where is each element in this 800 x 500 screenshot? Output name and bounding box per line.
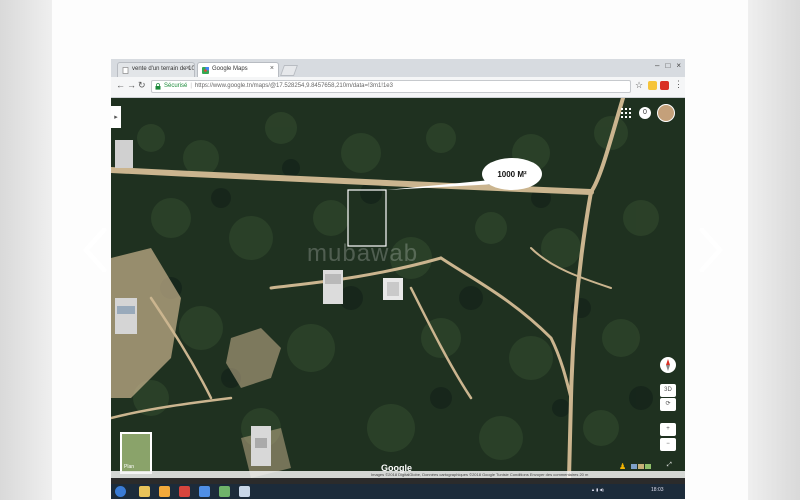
imagery-thumb[interactable] [645, 464, 651, 469]
zoom-in-button[interactable]: + [660, 423, 676, 436]
tab-listing[interactable]: vente d'un terrain de 10 × [117, 62, 195, 77]
minimize-icon[interactable]: – [655, 61, 659, 70]
tab-bar: vente d'un terrain de 10 × Google Maps ×… [111, 59, 685, 77]
google-apps-icon[interactable] [621, 108, 631, 118]
new-tab-button[interactable] [279, 65, 299, 76]
system-tray-icons[interactable]: ▲ ▮ ◀) [591, 487, 604, 492]
app-icon[interactable] [239, 486, 250, 497]
map-attribution: Images ©2018 DigitalGlobe, Données carto… [111, 471, 685, 478]
forward-icon[interactable]: → [127, 80, 136, 90]
file-explorer-icon[interactable] [139, 486, 150, 497]
lock-icon [155, 83, 161, 90]
plan-label: Plan [124, 464, 135, 470]
windows-taskbar: ▲ ▮ ◀) 18:03 [111, 484, 685, 499]
map-layer-toggle[interactable]: Plan [120, 432, 152, 474]
bookmark-star-icon[interactable]: ☆ [635, 80, 643, 91]
zoom-out-button[interactable]: − [660, 438, 676, 451]
chrome-icon[interactable] [199, 486, 210, 497]
page-icon [122, 67, 129, 74]
gallery-left-edge [0, 0, 52, 500]
rotate-icon[interactable]: ⟳ [660, 398, 676, 411]
imagery-thumb[interactable] [638, 464, 644, 469]
folder-icon[interactable] [159, 486, 170, 497]
chevron-left-icon [83, 228, 107, 272]
extension-icon[interactable] [660, 81, 669, 90]
tab-label: Google Maps [212, 66, 248, 72]
plot-area-callout: 1000 M² [497, 169, 527, 179]
browser-toolbar: ← → ↻ Sécurisé | https://www.google.tn/map… [111, 77, 685, 98]
start-button-icon[interactable] [115, 486, 126, 497]
taskbar-clock: 18:03 [651, 487, 664, 493]
notifications-badge[interactable]: 0 [639, 107, 651, 119]
back-icon[interactable]: ← [116, 80, 125, 90]
tab-google-maps[interactable]: Google Maps × [197, 62, 279, 77]
tilt-3d-button[interactable]: 3D [660, 384, 676, 397]
previous-image-button[interactable] [80, 228, 110, 272]
secure-label: Sécurisé [164, 83, 188, 89]
side-panel-toggle[interactable]: ▸ [111, 106, 121, 128]
watermark: mubawab [307, 240, 419, 267]
app-icon[interactable] [219, 486, 230, 497]
close-tab-icon[interactable]: × [186, 65, 190, 72]
maximize-icon[interactable]: □ [665, 61, 670, 70]
browser-menu-icon[interactable]: ⋮ [674, 79, 683, 90]
chevron-right-icon [699, 228, 723, 272]
url-separator: | [190, 83, 192, 89]
window-controls: – □ × [655, 61, 681, 70]
avatar[interactable] [657, 104, 675, 122]
browser-window: vente d'un terrain de 10 × Google Maps ×… [111, 59, 685, 499]
next-image-button[interactable] [696, 228, 726, 272]
imagery-thumbnails[interactable] [631, 464, 651, 469]
close-window-icon[interactable]: × [676, 61, 681, 70]
expand-icon[interactable]: ⤢ [667, 462, 672, 469]
imagery-thumb[interactable] [631, 464, 637, 469]
close-tab-icon[interactable]: × [270, 65, 274, 72]
satellite-map[interactable]: ▸ 0 1000 M² mubawab Plan Google 3D ⟳ + −… [111, 98, 685, 478]
gallery-right-edge [748, 0, 800, 500]
compass-icon[interactable] [660, 357, 676, 373]
satellite-imagery [111, 98, 685, 478]
url-text: https://www.google.tn/maps/@17.528254,9.… [194, 83, 393, 89]
extension-icon[interactable] [648, 81, 657, 90]
reload-icon[interactable]: ↻ [138, 80, 146, 91]
pegman-icon[interactable]: ♟ [619, 462, 626, 471]
google-maps-icon [202, 67, 209, 74]
address-bar[interactable]: Sécurisé | https://www.google.tn/maps/@17.… [151, 80, 631, 93]
app-icon[interactable] [179, 486, 190, 497]
